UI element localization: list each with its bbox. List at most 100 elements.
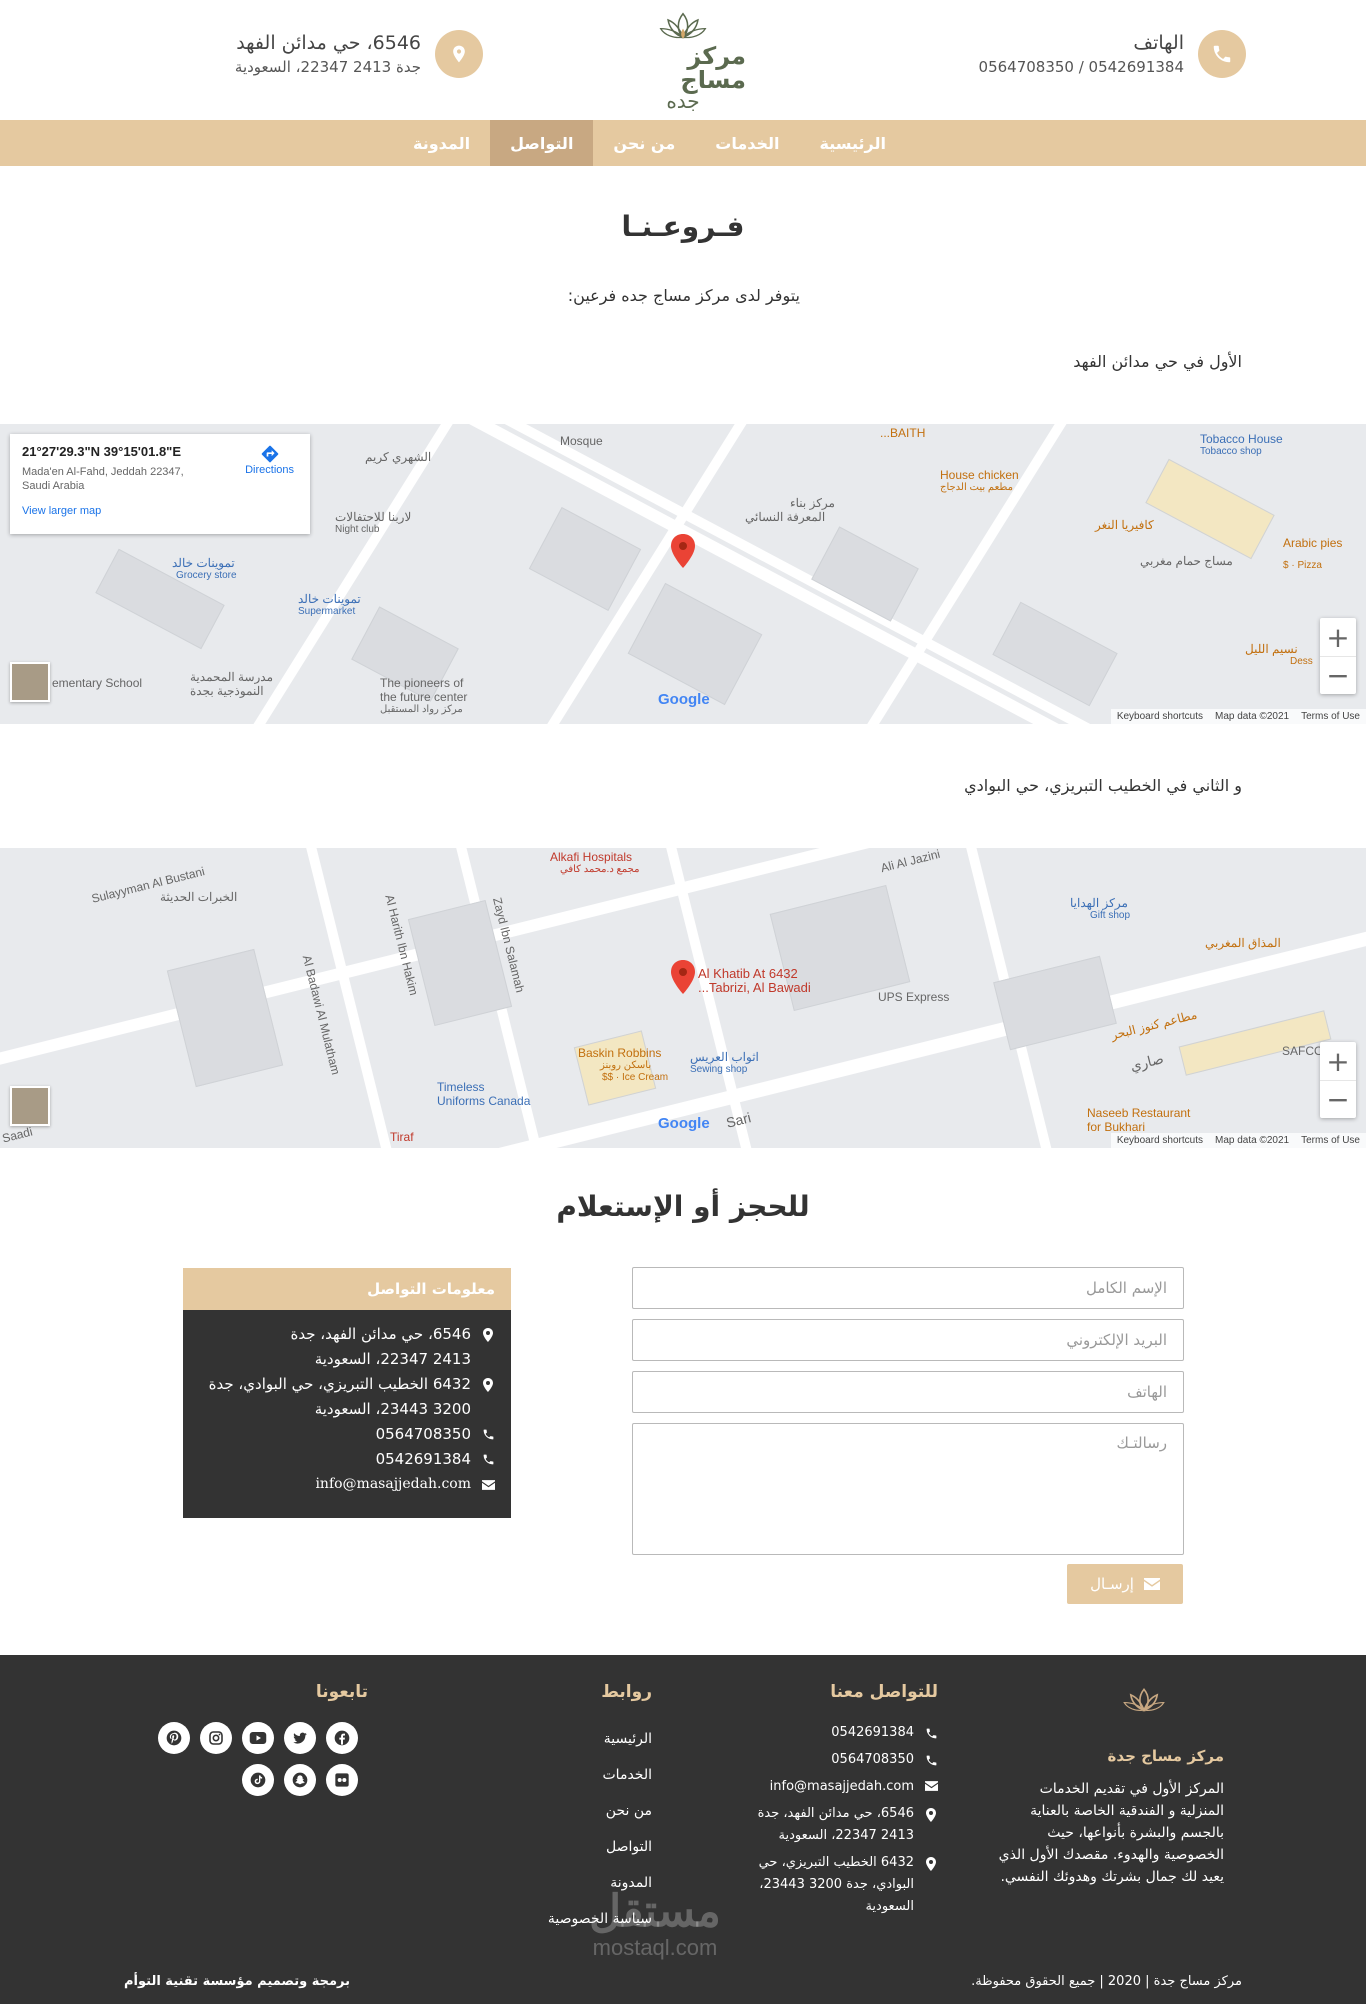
terms-link[interactable]: Terms of Use	[1301, 1135, 1360, 1146]
map-label: مدرسة المحمدية	[190, 670, 274, 684]
keyboard-shortcuts-link[interactable]: Keyboard shortcuts	[1117, 711, 1203, 722]
footer-email[interactable]: info@masajjedah.com	[770, 1776, 938, 1798]
map-label: Tiraf	[390, 1130, 414, 1144]
map-label: Ice Cream · $$	[602, 1072, 669, 1083]
facebook-icon[interactable]	[326, 1722, 358, 1754]
map-label: SAFCO	[1282, 1044, 1324, 1058]
site-logo[interactable]: مركز مساج جده	[620, 10, 746, 111]
watermark-url: mostaql.com	[592, 1935, 718, 1960]
keyboard-shortcuts-link[interactable]: Keyboard shortcuts	[1117, 1135, 1203, 1146]
contact-info-title: معلومات التواصل	[183, 1268, 511, 1310]
message-textarea[interactable]: رسالتـك	[632, 1423, 1184, 1555]
address-2-line-1: 6432 الخطيب التبريزي، حي البوادي، جدة	[208, 1375, 471, 1393]
map-label: تموينات خالد	[298, 592, 361, 606]
map-label: اثواب العريس	[690, 1050, 759, 1064]
snapchat-icon[interactable]	[284, 1764, 316, 1796]
footer-phone-1[interactable]: 0542691384	[831, 1722, 938, 1744]
nav-item-services[interactable]: الخدمات	[695, 120, 799, 166]
footer-phone-2-text: 0564708350	[831, 1752, 914, 1767]
map-branch-2[interactable]: 6432 Al Khatib At Tabrizi, Al Bawadi... …	[0, 848, 1366, 1148]
map-label: ementary School	[52, 676, 143, 690]
header-address-block: 6546، حي مدائن الفهد جدة 2413 22347، الس…	[235, 30, 483, 78]
map-marker-icon[interactable]	[671, 960, 695, 994]
contact-info-box: معلومات التواصل 6546، حي مدائن الفهد، جد…	[183, 1268, 511, 1518]
send-button[interactable]: إرسـال	[1067, 1564, 1183, 1604]
site-header: الهاتف 0564708350 / 0542691384 مركز مساج…	[0, 0, 1366, 120]
phone-input[interactable]: الهاتف	[632, 1371, 1184, 1413]
contact-address-2: 6432 الخطيب التبريزي، حي البوادي، جدة 320…	[199, 1372, 495, 1422]
youtube-icon[interactable]	[242, 1722, 274, 1754]
watermark-text: مستقل	[589, 1887, 721, 1936]
contact-phone-1[interactable]: 0564708350	[199, 1422, 495, 1447]
map-footer: Keyboard shortcuts Map data ©2021 Terms …	[1110, 709, 1366, 724]
map-label: Tobacco House	[1200, 432, 1283, 446]
map-label: مساج حمام مغربي	[1140, 554, 1233, 568]
map-label: Supermarket	[298, 606, 356, 617]
flickr-icon[interactable]	[326, 1764, 358, 1796]
map-label: for Bukhari	[1087, 1120, 1146, 1134]
twitter-icon[interactable]	[284, 1722, 316, 1754]
full-name-input[interactable]: الإسم الكامل	[632, 1267, 1184, 1309]
google-logo: Google	[658, 1115, 710, 1132]
location-pin-icon	[481, 1322, 495, 1347]
address-1-line-2: 2413 22347، السعودية	[314, 1350, 471, 1368]
footer-email-text: info@masajjedah.com	[769, 1779, 914, 1794]
zoom-out-button[interactable]: −	[1320, 1080, 1356, 1118]
map-block	[1178, 1010, 1332, 1076]
nav-item-contact[interactable]: التواصل	[490, 120, 594, 166]
map-label: Baskin Robbins	[578, 1046, 662, 1060]
nav-item-home[interactable]: الرئيسية	[800, 120, 907, 166]
map-label: Pizza · $	[1283, 560, 1322, 571]
email-input[interactable]: البريد الإلكتروني	[632, 1319, 1184, 1361]
nav-item-blog[interactable]: المدونة	[393, 120, 490, 166]
tiktok-icon[interactable]	[242, 1764, 274, 1796]
pinterest-icon[interactable]	[158, 1722, 190, 1754]
address-2-line-2: 3200 23443، السعودية	[314, 1400, 471, 1418]
main-nav: الرئيسية الخدمات من نحن التواصل المدونة	[0, 120, 1366, 166]
terms-link[interactable]: Terms of Use	[1301, 711, 1360, 722]
phone-title: الهاتف	[1133, 32, 1184, 54]
footer-link-contact[interactable]: التواصل	[606, 1839, 652, 1855]
satellite-toggle-thumbnail[interactable]	[10, 1086, 50, 1126]
map-label: كافيريا النغر	[1095, 518, 1154, 532]
footer-link-about[interactable]: من نحن	[606, 1803, 652, 1819]
map-label: Grocery store	[176, 570, 237, 581]
footer-phone-2[interactable]: 0564708350	[831, 1749, 938, 1771]
map-marker-icon[interactable]	[671, 534, 695, 568]
address-line-1: 6546، حي مدائن الفهد	[236, 32, 421, 54]
phone-numbers[interactable]: 0564708350 / 0542691384	[979, 56, 1184, 78]
satellite-toggle-thumbnail[interactable]	[10, 662, 50, 702]
map-label: النموذجية بجدة	[190, 684, 264, 698]
map-label: Night club	[335, 524, 380, 535]
footer-brand: مركز مساج جدة	[1107, 1747, 1224, 1765]
map-label: مركز الهدايا	[1070, 896, 1128, 910]
map-pin-label: Tabrizi, Al Bawadi...	[698, 980, 811, 995]
developer-credit[interactable]: برمجة وتصميم مؤسسة تقنية التوأم	[124, 1974, 350, 1989]
directions-button[interactable]: Directions	[245, 444, 294, 476]
address-line-2: جدة 2413 22347، السعودية	[234, 58, 421, 76]
map-info-card: 21°27'29.3"N 39°15'01.8"E Mada'en Al-Fah…	[10, 434, 310, 534]
contact-email[interactable]: info@masajjedah.com	[199, 1472, 495, 1497]
map-label: the future center	[380, 690, 468, 704]
contact-phone-2[interactable]: 0542691384	[199, 1447, 495, 1472]
footer-lotus-logo-icon	[1123, 1688, 1165, 1712]
map-label: المعرفة النسائي	[745, 510, 826, 524]
google-logo: Google	[658, 691, 710, 708]
map-branch-1[interactable]: Mosque BAITH... House chicken مطعم بيت ا…	[0, 424, 1366, 724]
zoom-in-button[interactable]: +	[1320, 1042, 1356, 1080]
view-larger-map-link[interactable]: View larger map	[22, 505, 298, 517]
envelope-icon	[1143, 1578, 1160, 1590]
map-data-text: Map data ©2021	[1215, 1135, 1290, 1146]
branches-intro: يتوفر لدى مركز مساج جده فرعين:	[567, 286, 800, 305]
nav-item-about[interactable]: من نحن	[593, 120, 695, 166]
footer-link-home[interactable]: الرئيسية	[604, 1731, 652, 1747]
footer-link-services[interactable]: الخدمات	[603, 1767, 653, 1783]
map-label: Tobacco shop	[1200, 446, 1262, 457]
map-label: Dess	[1290, 656, 1313, 667]
zoom-out-button[interactable]: −	[1320, 656, 1356, 694]
map-label: الشهري كريم	[365, 450, 432, 464]
map-label: The pioneers of	[380, 676, 464, 690]
zoom-in-button[interactable]: +	[1320, 618, 1356, 656]
map-label: Uniforms Canada	[437, 1094, 531, 1108]
instagram-icon[interactable]	[200, 1722, 232, 1754]
